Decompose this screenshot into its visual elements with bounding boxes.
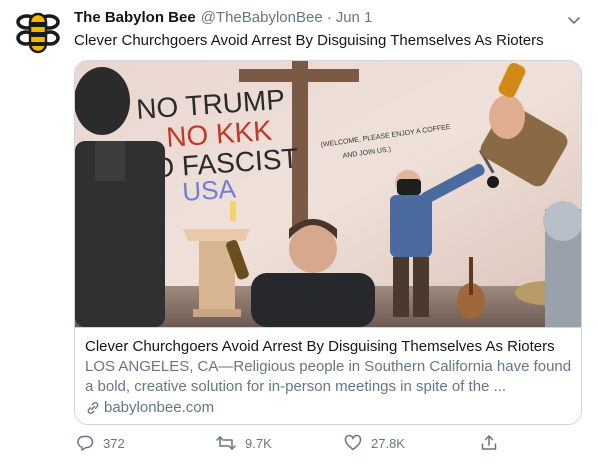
card-image[interactable]: NO TRUMP NO KKK NO FASCIST USA (WELCOME,… bbox=[75, 61, 581, 327]
card-domain[interactable]: babylonbee.com bbox=[85, 398, 571, 418]
reply-count: 372 bbox=[103, 435, 125, 451]
tweet-date[interactable]: Jun 1 bbox=[336, 9, 373, 26]
display-name[interactable]: The Babylon Bee bbox=[74, 9, 196, 26]
like-count: 27.8K bbox=[371, 435, 405, 451]
retweet-count: 9.7K bbox=[245, 435, 272, 451]
link-card[interactable]: NO TRUMP NO KKK NO FASCIST USA (WELCOME,… bbox=[74, 60, 582, 425]
heart-icon bbox=[344, 434, 362, 451]
separator-dot: · bbox=[326, 9, 332, 26]
tweet-header: The Babylon Bee @TheBabylonBee · Jun 1 bbox=[74, 9, 372, 29]
like-button[interactable]: 27.8K bbox=[344, 431, 405, 455]
link-icon bbox=[87, 402, 99, 414]
card-title[interactable]: Clever Churchgoers Avoid Arrest By Disgu… bbox=[85, 337, 571, 357]
retweet-icon bbox=[216, 436, 236, 450]
share-icon bbox=[481, 435, 497, 450]
tweet-text: Clever Churchgoers Avoid Arrest By Disgu… bbox=[74, 32, 544, 49]
user-handle[interactable]: @TheBabylonBee bbox=[201, 9, 323, 26]
retweet-button[interactable]: 9.7K bbox=[216, 431, 272, 455]
reply-button[interactable]: 372 bbox=[76, 431, 125, 455]
card-description-line2: a bold, creative solution for in-person … bbox=[85, 378, 507, 395]
share-button[interactable] bbox=[480, 431, 498, 455]
bee-logo-icon[interactable] bbox=[14, 8, 62, 56]
card-description-line1: LOS ANGELES, CA—Religious people in Sout… bbox=[85, 358, 571, 375]
chevron-down-icon[interactable] bbox=[566, 12, 582, 28]
card-domain-text: babylonbee.com bbox=[104, 399, 215, 416]
reply-icon bbox=[77, 435, 94, 451]
graffiti-line4: USA bbox=[181, 173, 237, 207]
card-body[interactable]: Clever Churchgoers Avoid Arrest By Disgu… bbox=[75, 327, 581, 424]
